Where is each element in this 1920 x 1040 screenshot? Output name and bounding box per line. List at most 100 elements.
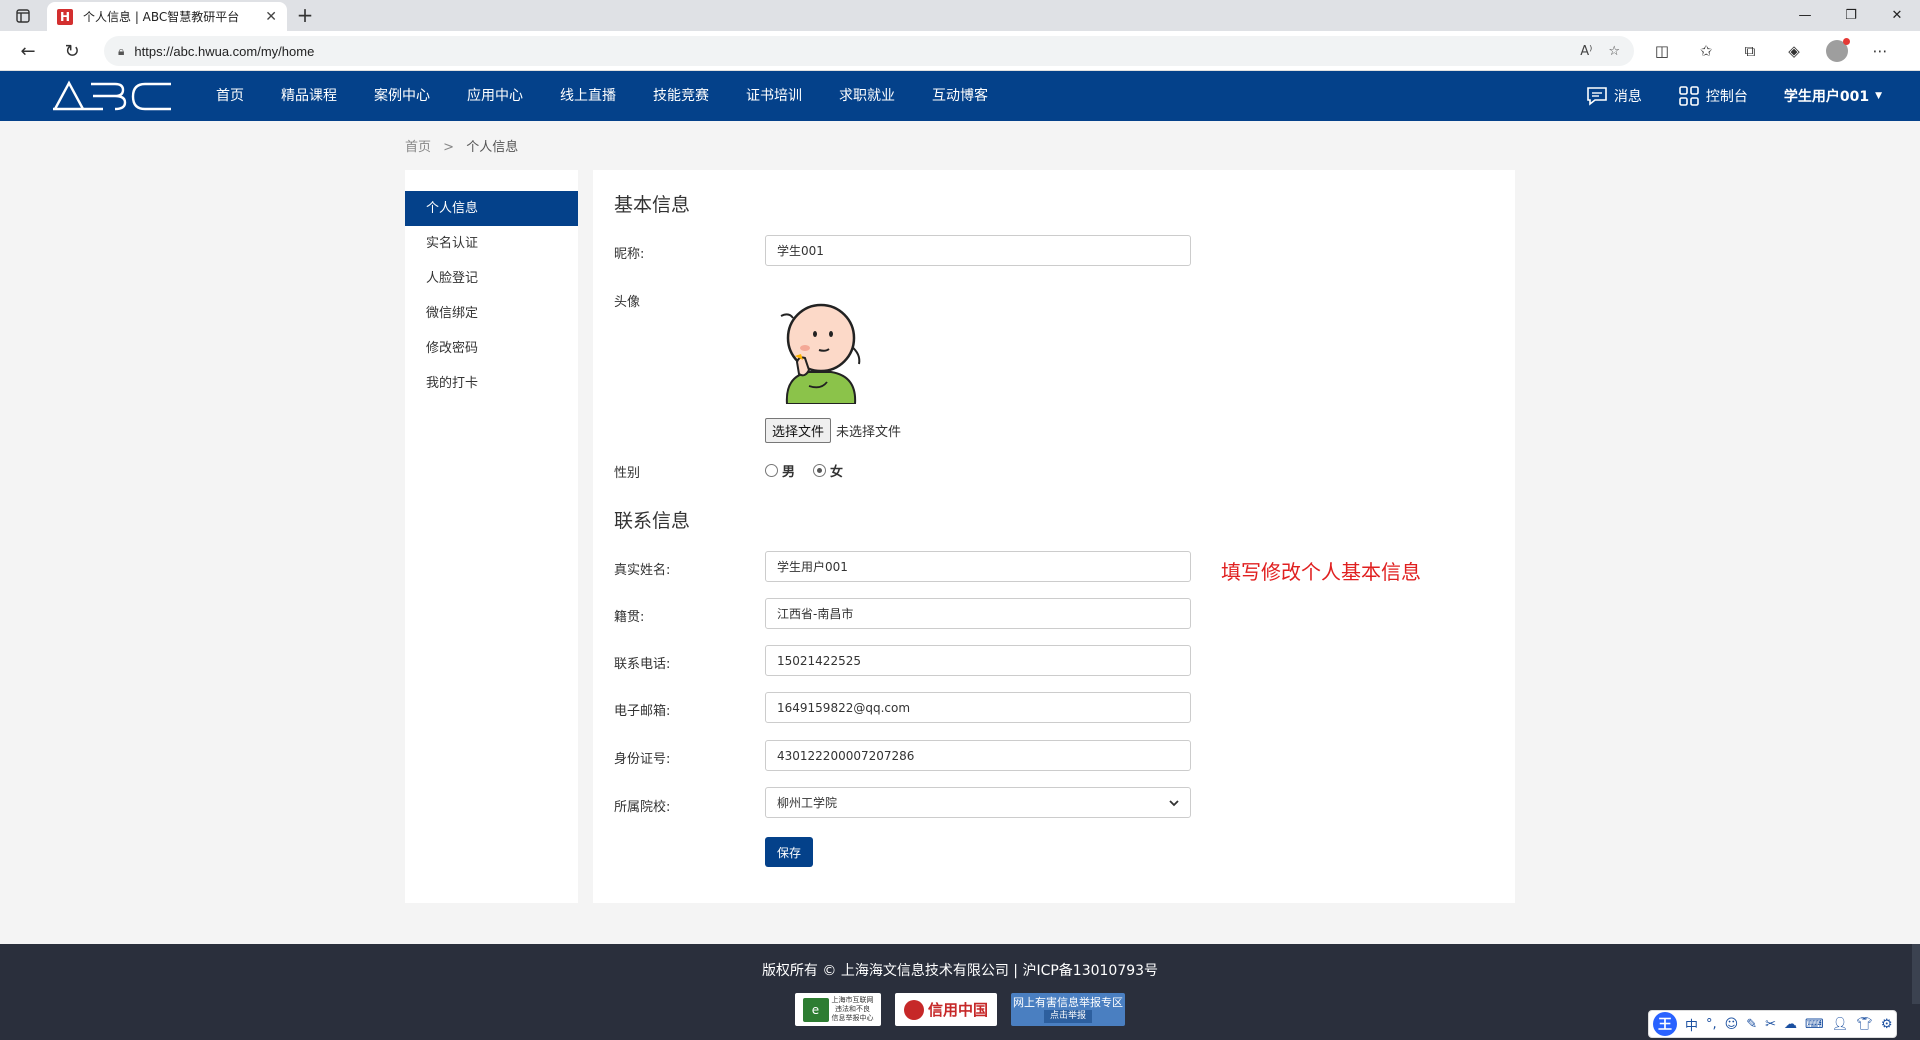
profile-sidebar: 个人信息 实名认证 人脸登记 微信绑定 修改密码 我的打卡 [405,170,578,903]
read-aloud-icon[interactable]: A⁾ [1580,44,1592,59]
browser-tab-bar: H 个人信息 | ABC智慧教研平台 ✕ + — ❐ ✕ [0,0,1920,31]
choose-file-button[interactable]: 选择文件 [765,418,832,443]
minimize-icon[interactable]: — [1782,0,1828,31]
tab-actions-icon[interactable] [8,5,38,27]
sidebar-item-realname[interactable]: 实名认证 [405,226,578,261]
browser-address-bar: ← ↻ 🔒︎ https://abc.hwua.com/my/home A⁾ ☆… [0,31,1920,71]
restore-icon[interactable]: ❐ [1828,0,1874,31]
user-menu[interactable]: 学生用户001 ▼ [1784,86,1882,106]
ime-settings-icon[interactable]: ⚙ [1881,1017,1893,1032]
breadcrumb-home[interactable]: 首页 [405,140,431,155]
nav-courses[interactable]: 精品课程 [281,71,337,121]
national-emblem-icon [903,999,924,1020]
badge-credit-china[interactable]: 信用中国 [895,993,997,1026]
nav-apps[interactable]: 应用中心 [467,71,523,121]
avatar-file-row: 选择文件 未选择文件 [765,418,901,443]
school-select[interactable]: 柳州工学院 [765,787,1191,818]
ime-handwrite-icon[interactable]: ✎ [1746,1017,1757,1032]
badge-harmful-info-report[interactable]: 网上有害信息举报专区 点击举报 [1011,993,1125,1026]
dashboard-grid-icon [1678,85,1700,107]
nav-live[interactable]: 线上直播 [560,71,616,121]
favorite-add-icon[interactable]: ☆ [1608,44,1620,59]
ime-logo-icon[interactable]: 王 [1653,1012,1677,1036]
window-controls: — ❐ ✕ [1782,0,1920,31]
browser-tab[interactable]: H 个人信息 | ABC智慧教研平台 ✕ [47,2,287,31]
browser-essentials-icon[interactable]: ◈ [1782,39,1806,63]
url-field[interactable]: 🔒︎ https://abc.hwua.com/my/home A⁾ ☆ [104,36,1634,66]
back-icon[interactable]: ← [16,39,40,63]
sidebar-item-checkin[interactable]: 我的打卡 [405,366,578,401]
gender-female-label: 女 [830,465,844,480]
hometown-input[interactable] [765,598,1191,629]
console-link[interactable]: 控制台 [1678,85,1748,107]
email-label: 电子邮箱: [614,704,671,719]
profile-content: 基本信息 昵称: 头像 选择文件 未选择文件 性别 男 女 [593,170,1515,903]
ime-scissors-icon[interactable]: ✂ [1765,1017,1776,1032]
messages-label: 消息 [1613,89,1642,105]
nav-cases[interactable]: 案例中心 [374,71,430,121]
ime-user-icon[interactable]: 👤︎ [1832,1017,1849,1032]
sidebar-item-password[interactable]: 修改密码 [405,331,578,366]
sidebar-item-wechat[interactable]: 微信绑定 [405,296,578,331]
breadcrumb-current: 个人信息 [466,140,519,155]
scroll-indicator[interactable] [1912,944,1920,1004]
phone-input[interactable] [765,645,1191,676]
school-label: 所属院校: [614,800,671,815]
collections-icon[interactable]: ⧉ [1738,39,1762,63]
idcard-input[interactable] [765,740,1191,771]
hometown-label: 籍贯: [614,610,645,625]
favorites-icon[interactable]: ✩ [1694,39,1718,63]
badge2-text: 信用中国 [927,1001,988,1019]
new-tab-icon[interactable]: + [294,5,316,27]
contact-info-title: 联系信息 [614,510,691,532]
nav-home[interactable]: 首页 [216,71,244,121]
caret-down-icon: ▼ [1875,91,1882,101]
breadcrumb-separator: > [443,140,455,155]
more-menu-icon[interactable]: ⋯ [1868,39,1892,63]
sidebar-item-profile[interactable]: 个人信息 [405,191,578,226]
ime-skin-icon[interactable]: 👕︎ [1856,1017,1873,1032]
realname-label: 真实姓名: [614,563,671,578]
user-label: 学生用户001 [1783,89,1870,105]
ime-cloud-icon[interactable]: ☁ [1784,1017,1797,1032]
split-screen-icon[interactable]: ◫ [1650,39,1674,63]
tab-close-icon[interactable]: ✕ [265,9,277,25]
refresh-icon[interactable]: ↻ [60,39,84,63]
gender-male-option[interactable]: 男 [765,461,795,480]
email-input[interactable] [765,692,1191,723]
nav-certificate[interactable]: 证书培训 [746,71,802,121]
gender-female-radio[interactable] [813,464,827,477]
ime-punctuation-icon[interactable]: °, [1706,1017,1717,1032]
site-favicon-icon: H [57,8,73,25]
ime-emoji-icon[interactable]: ☺ [1725,1017,1739,1032]
lock-icon: 🔒︎ [118,43,125,58]
chevron-down-icon [1169,796,1179,810]
nav-blog[interactable]: 互动博客 [932,71,988,121]
realname-input[interactable] [765,551,1191,582]
badge1-line2: 违法和不良 [835,1005,870,1013]
badge1-line1: 上海市互联网 [831,996,874,1004]
avatar-image [769,298,881,405]
badge-report-center[interactable]: e 上海市互联网 违法和不良 信息举报中心 [795,993,881,1026]
annotation-text: 填写修改个人基本信息 [1221,560,1421,584]
nav-competition[interactable]: 技能竞赛 [653,71,709,121]
ime-mode[interactable]: 中 [1685,1015,1698,1034]
badge1-line3: 信息举报中心 [831,1014,874,1022]
close-window-icon[interactable]: ✕ [1874,0,1920,31]
save-button[interactable]: 保存 [765,837,813,867]
gender-options: 男 女 [765,461,851,480]
nickname-input[interactable] [765,235,1191,266]
badge3-line2: 点击举报 [1043,1010,1092,1023]
ime-keyboard-icon[interactable]: ⌨ [1805,1017,1824,1032]
abc-logo[interactable] [53,79,173,113]
gender-female-option[interactable]: 女 [813,461,843,480]
gender-male-radio[interactable] [765,464,778,477]
nav-jobs[interactable]: 求职就业 [839,71,895,121]
messages-link[interactable]: 消息 [1586,85,1642,107]
sidebar-item-face[interactable]: 人脸登记 [405,261,578,296]
message-icon [1586,85,1608,107]
gender-label: 性别 [614,466,641,481]
profile-avatar-icon[interactable] [1826,38,1850,62]
file-status: 未选择文件 [836,425,902,440]
badge3-line1: 网上有害信息举报专区 [1013,996,1123,1009]
